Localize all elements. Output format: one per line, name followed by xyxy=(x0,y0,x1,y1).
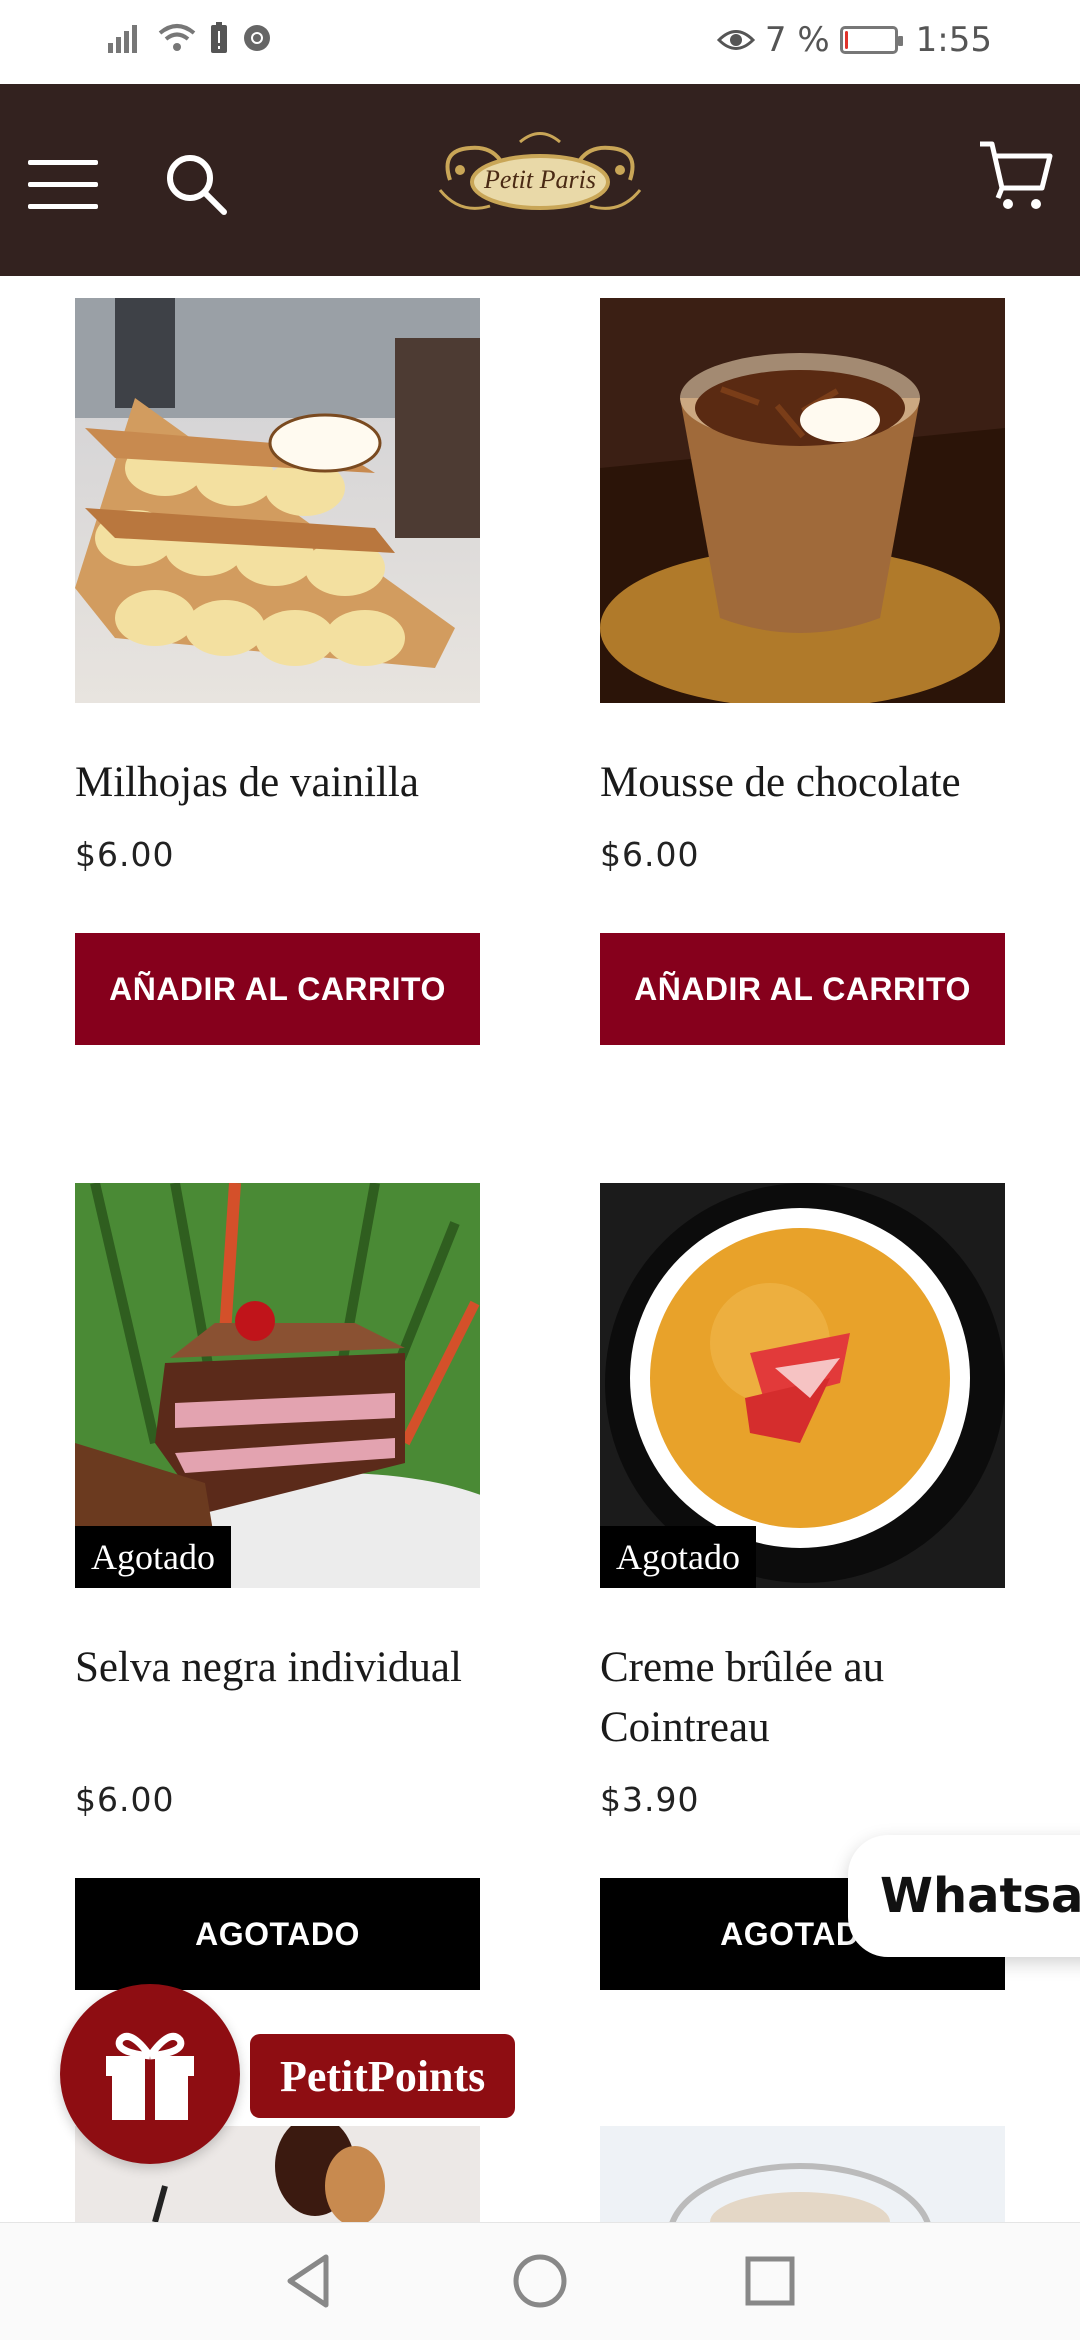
status-icons-left xyxy=(108,22,272,54)
product-price: $6.00 xyxy=(75,835,175,874)
sold-out-badge: Agotado xyxy=(75,1526,231,1588)
product-title[interactable]: Selva negra individual xyxy=(75,1638,480,1758)
status-bar: 7 % 1:55 xyxy=(0,0,1080,84)
product-title[interactable]: Milhojas de vainilla xyxy=(75,753,480,813)
product-image[interactable] xyxy=(600,298,1005,703)
sold-out-button[interactable]: AGOTADO xyxy=(75,1878,480,1990)
product-card[interactable]: Mousse de chocolate $6.00 AÑADIR AL CARR… xyxy=(600,298,1005,1045)
whatsapp-label: Whatsapp xyxy=(880,1868,1080,1924)
add-to-cart-button[interactable]: AÑADIR AL CARRITO xyxy=(600,933,1005,1045)
logo-text: Petit Paris xyxy=(484,165,596,194)
product-price: $3.90 xyxy=(600,1780,700,1819)
petitpoints-button[interactable]: PetitPoints xyxy=(250,2034,516,2118)
product-image[interactable] xyxy=(600,2126,1005,2222)
cart-icon[interactable] xyxy=(976,136,1054,214)
home-icon[interactable] xyxy=(510,2251,570,2311)
petitpoints-label: PetitPoints xyxy=(280,2051,486,2101)
product-card[interactable]: Milhojas de vainilla $6.00 AÑADIR AL CAR… xyxy=(75,298,480,1045)
product-title[interactable]: Mousse de chocolate xyxy=(600,753,1005,813)
eye-comfort-icon xyxy=(716,30,755,50)
product-price: $6.00 xyxy=(600,835,700,874)
clock: 1:55 xyxy=(915,20,992,60)
gift-icon xyxy=(106,2033,194,2120)
whatsapp-button[interactable]: Whatsapp xyxy=(848,1835,1080,1957)
wifi-icon xyxy=(158,24,196,51)
battery-percent: 7 % xyxy=(764,20,830,60)
product-image[interactable] xyxy=(75,298,480,703)
product-card[interactable]: Agotado Selva negra individual $6.00 AGO… xyxy=(75,1183,480,1990)
battery-icon xyxy=(839,26,903,54)
system-nav-bar xyxy=(0,2222,1080,2340)
product-title[interactable]: Creme brûlée au Cointreau xyxy=(600,1638,1005,1758)
brand-logo[interactable]: Petit Paris xyxy=(430,120,650,240)
menu-icon[interactable] xyxy=(28,160,98,210)
product-image[interactable]: Agotado xyxy=(600,1183,1005,1588)
site-header: Petit Paris xyxy=(0,84,1080,276)
search-icon[interactable] xyxy=(162,150,232,220)
gift-button[interactable] xyxy=(60,1984,240,2164)
back-icon[interactable] xyxy=(280,2251,340,2311)
status-icons-right: 7 % 1:55 xyxy=(716,20,992,60)
signal-icon xyxy=(108,25,137,53)
product-image[interactable]: Agotado xyxy=(75,1183,480,1588)
product-price: $6.00 xyxy=(75,1780,175,1819)
battery-alert-icon xyxy=(211,22,227,53)
add-to-cart-button[interactable]: AÑADIR AL CARRITO xyxy=(75,933,480,1045)
sold-out-badge: Agotado xyxy=(600,1526,756,1588)
chrome-icon xyxy=(244,25,270,51)
recents-icon[interactable] xyxy=(740,2251,800,2311)
